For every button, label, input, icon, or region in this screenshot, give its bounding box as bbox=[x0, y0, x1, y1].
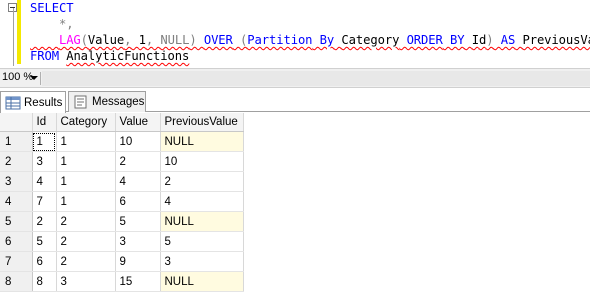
horizontal-scrollbar[interactable] bbox=[42, 71, 590, 86]
code-line-4: FROM AnalyticFunctions bbox=[30, 49, 190, 63]
code-line-2: *, bbox=[58, 17, 74, 31]
cell-previousvalue[interactable]: NULL bbox=[160, 131, 244, 152]
cell-id[interactable]: 4 bbox=[32, 171, 57, 192]
cell-value[interactable]: 2 bbox=[115, 151, 161, 172]
outline-guide bbox=[13, 8, 14, 66]
column-header-value[interactable]: Value bbox=[115, 113, 161, 132]
results-grid[interactable]: Id Category Value PreviousValue 1 1 1 10 NUL… bbox=[0, 113, 590, 295]
table-row[interactable]: 34142 bbox=[0, 171, 244, 192]
cell-id[interactable]: 8 bbox=[32, 271, 57, 292]
chevron-down-icon[interactable] bbox=[30, 76, 38, 80]
table-row[interactable]: 65235 bbox=[0, 231, 244, 252]
cell-value[interactable]: 4 bbox=[115, 171, 161, 192]
table-row[interactable]: 5 2 2 5 NULL bbox=[0, 211, 244, 232]
column-header-id[interactable]: Id bbox=[32, 113, 57, 132]
row-number-cell[interactable]: 5 bbox=[0, 211, 33, 232]
tab-messages[interactable]: Messages bbox=[68, 91, 146, 112]
cell-previousvalue[interactable]: NULL bbox=[160, 211, 244, 232]
cell-value[interactable]: 3 bbox=[115, 231, 161, 252]
cell-value[interactable]: 6 bbox=[115, 191, 161, 212]
table-row[interactable]: 1 1 1 10 NULL bbox=[0, 131, 244, 152]
cell-category[interactable]: 2 bbox=[56, 211, 116, 232]
cell-previousvalue[interactable]: 4 bbox=[160, 191, 244, 212]
cell-id[interactable]: 7 bbox=[32, 191, 57, 212]
tab-messages-label: Messages bbox=[92, 96, 145, 108]
cell-id[interactable]: 2 bbox=[32, 211, 57, 232]
row-number-cell[interactable]: 3 bbox=[0, 171, 33, 192]
zoom-bar: 100 % bbox=[0, 68, 590, 88]
table-row[interactable]: 2 3 1 2 10 bbox=[0, 151, 244, 172]
cell-id[interactable]: 5 bbox=[32, 231, 57, 252]
cell-value[interactable]: 10 bbox=[115, 131, 161, 152]
cell-previousvalue[interactable]: 3 bbox=[160, 251, 244, 272]
column-header-previousvalue[interactable]: PreviousValue bbox=[160, 113, 244, 132]
results-table: Id Category Value PreviousValue 1 1 1 10 NUL… bbox=[0, 113, 244, 292]
tab-results[interactable]: Results bbox=[0, 91, 66, 113]
row-number-cell[interactable]: 6 bbox=[0, 231, 33, 252]
row-number-cell[interactable]: 4 bbox=[0, 191, 33, 212]
row-number-header[interactable] bbox=[0, 113, 33, 132]
header-row: Id Category Value PreviousValue bbox=[0, 113, 244, 132]
code-line-1: SELECT bbox=[30, 1, 74, 15]
query-editor[interactable]: SELECT *, LAG(Value, 1, NULL) OVER (Part… bbox=[0, 0, 590, 68]
row-number-cell[interactable]: 8 bbox=[0, 271, 33, 292]
row-number-cell[interactable]: 7 bbox=[0, 251, 33, 272]
cell-category[interactable]: 1 bbox=[56, 131, 116, 152]
row-number-cell[interactable]: 1 bbox=[0, 131, 33, 152]
cell-value[interactable]: 15 bbox=[115, 271, 161, 292]
messages-icon bbox=[73, 95, 89, 109]
cell-value[interactable]: 9 bbox=[115, 251, 161, 272]
cell-id[interactable]: 6 bbox=[32, 251, 57, 272]
cell-previousvalue[interactable]: 10 bbox=[160, 151, 244, 172]
cell-value[interactable]: 5 bbox=[115, 211, 161, 232]
tab-results-label: Results bbox=[24, 96, 63, 109]
results-grid-icon bbox=[5, 96, 21, 110]
cell-id[interactable]: 3 bbox=[32, 151, 57, 172]
separator bbox=[40, 72, 41, 85]
cell-category[interactable]: 1 bbox=[56, 191, 116, 212]
cell-category[interactable]: 1 bbox=[56, 151, 116, 172]
cell-previousvalue[interactable]: 2 bbox=[160, 171, 244, 192]
zoom-level[interactable]: 100 % bbox=[2, 71, 33, 83]
table-row[interactable]: 76293 bbox=[0, 251, 244, 272]
cell-previousvalue[interactable]: NULL bbox=[160, 271, 244, 292]
column-header-category[interactable]: Category bbox=[56, 113, 116, 132]
results-tab-bar: Results Messages bbox=[0, 88, 590, 113]
cell-category[interactable]: 2 bbox=[56, 251, 116, 272]
cell-category[interactable]: 3 bbox=[56, 271, 116, 292]
cell-id[interactable]: 1 bbox=[32, 131, 57, 152]
row-number-cell[interactable]: 2 bbox=[0, 151, 33, 172]
cell-category[interactable]: 2 bbox=[56, 231, 116, 252]
cell-previousvalue[interactable]: 5 bbox=[160, 231, 244, 252]
cell-category[interactable]: 1 bbox=[56, 171, 116, 192]
table-row[interactable]: 47164 bbox=[0, 191, 244, 212]
table-row[interactable]: 8 8 3 15 NULL bbox=[0, 271, 244, 292]
change-tracking-bar bbox=[17, 0, 21, 64]
code-line-3: LAG(Value, 1, NULL) OVER (Partition By C… bbox=[58, 33, 590, 47]
